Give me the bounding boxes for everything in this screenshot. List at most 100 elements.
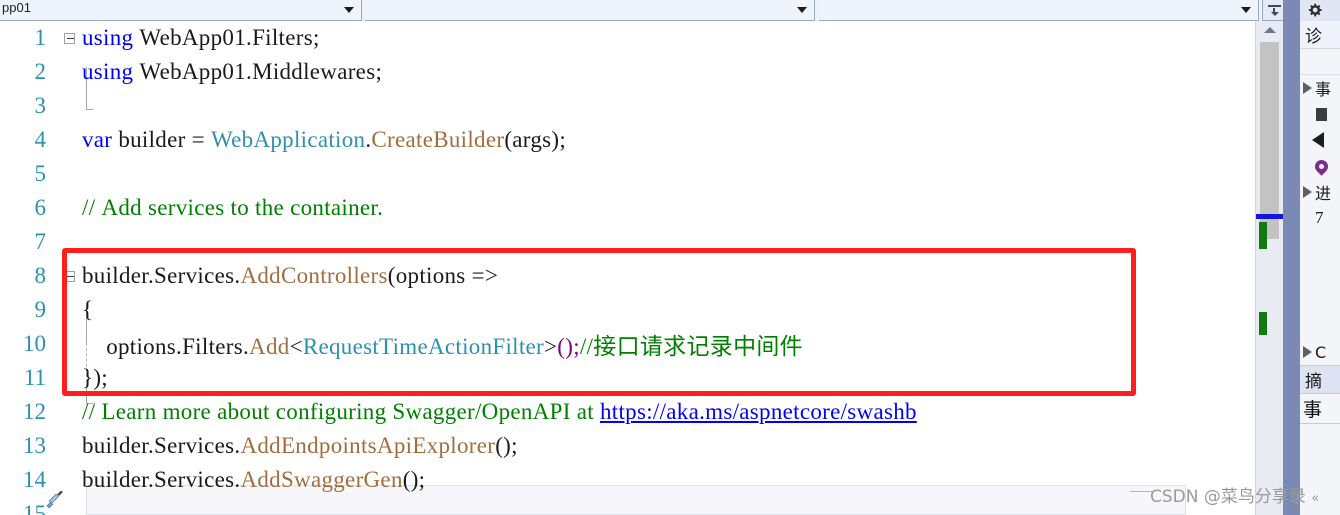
event-item-pin[interactable]	[1300, 153, 1340, 179]
process-count: 7	[1315, 208, 1324, 227]
screwdriver-icon	[46, 470, 62, 490]
section-process[interactable]: 进	[1300, 179, 1340, 205]
section-cpu[interactable]: C	[1300, 339, 1340, 365]
triangle-collapse-icon[interactable]	[1303, 82, 1312, 94]
code-text: options.Filters.Add<RequestTimeActionFil…	[76, 327, 803, 361]
process-count-row: 7	[1300, 205, 1340, 231]
code-token: WebApplication	[210, 127, 366, 152]
caret-up-icon	[1263, 26, 1276, 33]
triangle-collapse-icon[interactable]	[1303, 186, 1312, 198]
panel-toolbar[interactable]	[1300, 49, 1340, 75]
panel-separator	[1283, 0, 1300, 515]
code-line-list: 1 using WebApp01.Filters; 2 using WebApp01.…	[0, 21, 1255, 515]
line-number: 13	[23, 433, 46, 458]
code-text: });	[76, 365, 108, 391]
code-text: builder.Services.AddSwaggerGen();	[76, 467, 425, 493]
code-line[interactable]: 1 using WebApp01.Filters;	[0, 21, 1255, 55]
code-token: RequestTimeActionFilter	[302, 334, 544, 359]
line-number: 3	[34, 93, 47, 118]
code-line[interactable]: 12 // Learn more about configuring Swagge…	[0, 395, 1255, 429]
line-number: 5	[34, 161, 47, 186]
line-number: 8	[34, 263, 47, 288]
gutter-slot	[46, 368, 62, 388]
diagnostics-tool-window[interactable]: 诊 事 进 7 C 摘 事	[1300, 0, 1340, 515]
code-line[interactable]: 14 builder.Services.AddSwaggerGen();	[0, 463, 1255, 497]
code-line[interactable]: 8 builder.Services.AddControllers(options…	[0, 259, 1255, 293]
code-token: Middlewares	[252, 59, 376, 84]
fold-toggle-icon[interactable]	[62, 270, 76, 282]
code-line[interactable]: 13 builder.Services.AddEndpointsApiExplor…	[0, 429, 1255, 463]
section-events-label: 事	[1315, 80, 1332, 99]
tab-summary-label: 摘	[1305, 372, 1322, 392]
panel-title: 诊	[1300, 21, 1340, 49]
line-number: 7	[34, 229, 47, 254]
gutter-slot	[46, 28, 62, 48]
section-events[interactable]: 事	[1300, 75, 1340, 101]
member-dropdown[interactable]	[819, 0, 1259, 21]
code-line[interactable]: 15	[0, 497, 1255, 515]
code-line[interactable]: 6 // Add services to the container.	[0, 191, 1255, 225]
unsaved-change-marker	[1259, 312, 1267, 335]
project-dropdown[interactable]: pp01	[0, 0, 362, 21]
code-editor[interactable]: 1 using WebApp01.Filters; 2 using WebApp01.…	[0, 21, 1255, 515]
code-line[interactable]: 5	[0, 157, 1255, 191]
visual-studio-editor-window: pp01 1 using WebApp01.Filters; 2 using W…	[0, 0, 1340, 515]
chevron-down-icon	[344, 7, 354, 13]
code-line[interactable]: 9{	[0, 293, 1255, 327]
line-number: 6	[34, 195, 47, 220]
split-window-icon	[1267, 4, 1281, 17]
code-token: using	[82, 59, 140, 84]
code-token: WebApp01	[139, 59, 246, 84]
code-token: var	[82, 127, 119, 152]
code-line[interactable]: 11});	[0, 361, 1255, 395]
event-item-marker[interactable]	[1300, 127, 1340, 153]
code-line[interactable]: 2 using WebApp01.Middlewares;	[0, 55, 1255, 89]
line-number: 1	[34, 25, 47, 50]
gutter-slot	[46, 504, 62, 515]
code-token: CreateBuilder	[371, 127, 505, 152]
code-link[interactable]: https://aka.ms/aspnetcore/swashb	[600, 399, 917, 424]
section-process-label: 进	[1315, 184, 1332, 203]
tab-events[interactable]: 事	[1300, 394, 1340, 424]
code-token: (	[387, 263, 396, 288]
code-line[interactable]: 10 options.Filters.Add<RequestTimeAction…	[0, 327, 1255, 361]
gear-icon[interactable]	[1306, 2, 1323, 19]
triangle-collapse-icon[interactable]	[1303, 346, 1312, 358]
watermark-rule	[1130, 491, 1152, 492]
scrollbar-thumb[interactable]	[1260, 42, 1279, 239]
code-line[interactable]: 7	[0, 225, 1255, 259]
line-number: 9	[34, 297, 47, 322]
panel-header	[1300, 0, 1340, 21]
code-text: using WebApp01.Middlewares;	[76, 59, 382, 85]
tab-events-label: 事	[1303, 399, 1323, 421]
line-number: 15	[23, 501, 46, 515]
code-text: using WebApp01.Filters;	[76, 25, 320, 51]
fold-toggle-icon[interactable]	[62, 32, 76, 44]
code-token: AddEndpointsApiExplorer	[240, 433, 496, 458]
project-dropdown-value: pp01	[2, 0, 31, 15]
code-token: builder	[118, 127, 192, 152]
code-token: builder	[82, 263, 148, 288]
type-dropdown[interactable]	[365, 0, 815, 21]
edit-position-marker	[1256, 214, 1283, 219]
scroll-up-button[interactable]	[1256, 21, 1283, 38]
code-text: builder.Services.AddControllers(options …	[76, 263, 498, 289]
unsaved-change-marker	[1259, 222, 1267, 249]
code-token: {	[82, 297, 94, 322]
code-text: var builder = WebApplication.CreateBuild…	[76, 127, 566, 153]
code-line[interactable]: 3	[0, 89, 1255, 123]
tab-summary[interactable]: 摘	[1300, 365, 1340, 394]
stop-square-icon	[1316, 107, 1327, 121]
code-token: ();	[495, 433, 518, 458]
line-number: 14	[23, 467, 46, 492]
code-text: {	[76, 297, 93, 323]
code-token: >	[544, 334, 558, 359]
code-line[interactable]: 4 var builder = WebApplication.CreateBuil…	[0, 123, 1255, 157]
line-number: 10	[23, 331, 46, 356]
line-number: 2	[34, 59, 47, 84]
code-token: Add	[249, 334, 290, 359]
event-item-stop[interactable]	[1300, 101, 1340, 127]
vertical-scrollbar[interactable]	[1255, 21, 1283, 515]
code-token: // Add services to the container.	[82, 195, 384, 220]
gutter-slot	[46, 266, 62, 286]
